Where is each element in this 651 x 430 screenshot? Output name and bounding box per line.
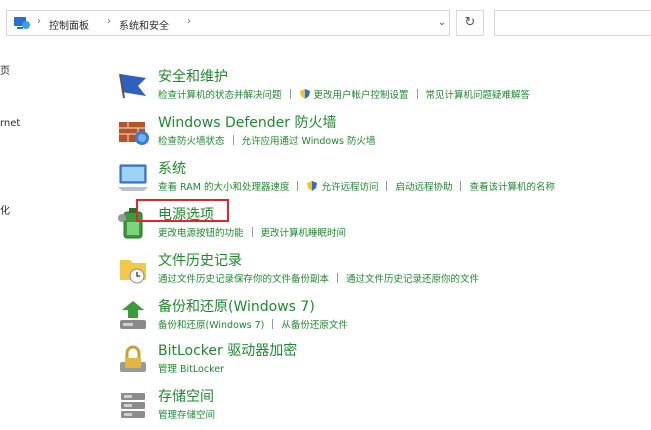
link-remote-access[interactable]: 允许远程访问 <box>321 179 378 193</box>
left-nav-item[interactable]: rnet <box>0 118 20 129</box>
system-computer-icon <box>118 164 148 191</box>
section-title[interactable]: 备份和还原(Windows 7) <box>158 296 315 316</box>
link-restore-files[interactable]: 通过文件历史记录还原你的文件 <box>346 271 479 285</box>
divider <box>289 89 291 99</box>
address-bar[interactable]: › 控制面板 › 系统和安全 › <box>6 10 450 36</box>
breadcrumb-system-security[interactable]: 系统和安全 <box>119 17 169 32</box>
chevron-down-icon: ⌄ <box>437 17 447 28</box>
security-flag-icon <box>119 73 146 99</box>
refresh-button[interactable]: ↻ <box>456 10 484 36</box>
refresh-icon: ↻ <box>464 15 476 30</box>
section-title[interactable]: BitLocker 驱动器加密 <box>158 340 297 360</box>
backup-restore-icon <box>120 301 146 329</box>
link-firewall-status[interactable]: 检查防火墙状态 <box>158 133 225 147</box>
divider <box>416 89 418 99</box>
uac-shield-icon <box>307 181 318 191</box>
section-title[interactable]: 系统 <box>158 158 186 178</box>
section-title[interactable]: 存储空间 <box>158 386 214 406</box>
divider <box>251 227 253 237</box>
link-manage-bitlocker[interactable]: 管理 BitLocker <box>158 361 224 375</box>
control-panel-icon <box>14 17 30 29</box>
link-backup-restore-win7[interactable]: 备份和还原(Windows 7) <box>158 317 264 331</box>
breadcrumb-control-panel[interactable]: 控制面板 <box>49 17 89 32</box>
file-history-icon <box>120 260 146 284</box>
divider <box>272 319 274 329</box>
link-power-button[interactable]: 更改电源按钮的功能 <box>158 225 244 239</box>
address-dropdown-button[interactable]: ⌄ <box>430 10 454 36</box>
section-title[interactable]: Windows Defender 防火墙 <box>158 112 336 132</box>
link-restore-from-backup[interactable]: 从备份还原文件 <box>281 317 348 331</box>
link-remote-assistance[interactable]: 启动远程协助 <box>395 179 452 193</box>
link-backup-copy[interactable]: 通过文件历史记录保存你的文件备份副本 <box>158 271 329 285</box>
link-manage-storage[interactable]: 管理存储空间 <box>158 407 215 421</box>
search-input[interactable] <box>494 10 651 36</box>
left-nav-item[interactable]: 化 <box>0 202 10 217</box>
link-ram-cpu[interactable]: 查看 RAM 的大小和处理器速度 <box>158 179 289 193</box>
storage-spaces-icon <box>121 393 145 418</box>
highlight-box <box>136 199 229 222</box>
section-title[interactable]: 文件历史记录 <box>158 250 242 270</box>
firewall-icon <box>119 122 149 145</box>
divider <box>337 273 339 283</box>
link-troubleshoot[interactable]: 常见计算机问题疑难解答 <box>426 87 531 101</box>
link-sleep-time[interactable]: 更改计算机睡眠时间 <box>261 225 347 239</box>
breadcrumb-separator: › <box>107 16 111 27</box>
bitlocker-icon <box>120 345 146 372</box>
divider <box>460 181 462 191</box>
divider <box>297 181 299 191</box>
divider <box>386 181 388 191</box>
divider <box>232 135 234 145</box>
link-allow-app[interactable]: 允许应用通过 Windows 防火墙 <box>242 133 376 147</box>
link-uac-settings[interactable]: 更改用户帐户控制设置 <box>314 87 409 101</box>
breadcrumb-separator: › <box>37 16 41 27</box>
uac-shield-icon <box>299 89 310 99</box>
breadcrumb-separator: › <box>187 16 191 27</box>
link-check-status[interactable]: 检查计算机的状态并解决问题 <box>158 87 282 101</box>
section-title[interactable]: 安全和维护 <box>158 66 228 86</box>
left-nav-item[interactable]: 页 <box>0 62 10 77</box>
link-computer-name[interactable]: 查看该计算机的名称 <box>469 179 555 193</box>
